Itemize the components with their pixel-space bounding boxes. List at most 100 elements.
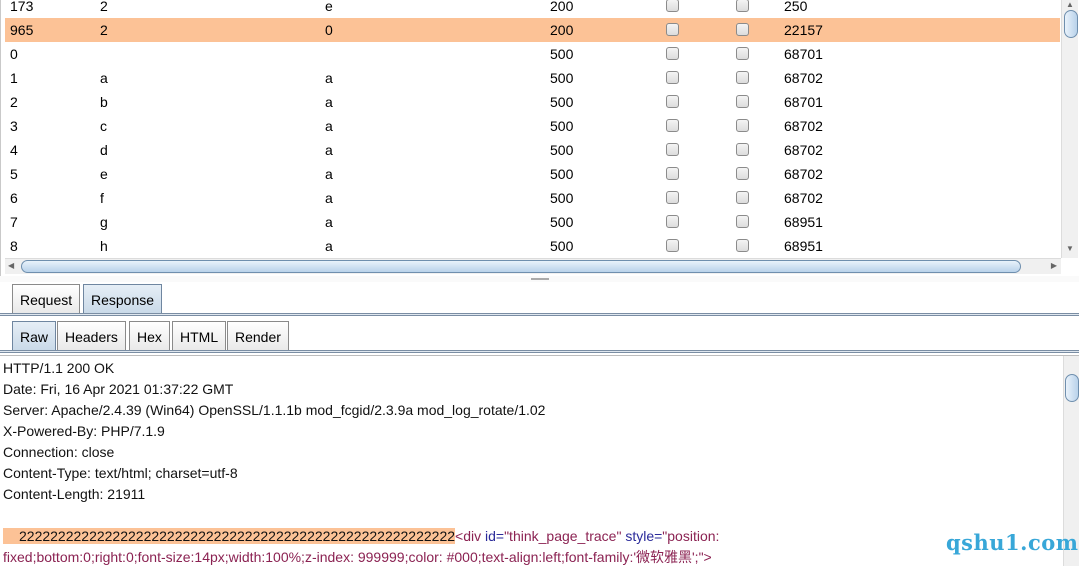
html-attr-id-value: "think_page_trace" xyxy=(504,528,622,544)
error-checkbox xyxy=(666,71,679,84)
error-checkbox xyxy=(666,143,679,156)
status-cell: 500 xyxy=(550,94,574,110)
payload1-cell: g xyxy=(100,214,108,230)
payload1-cell: b xyxy=(100,94,108,110)
payload2-cell: a xyxy=(325,94,333,110)
tab-headers[interactable]: Headers xyxy=(57,321,126,351)
error-checkbox xyxy=(666,191,679,204)
payload1-cell: h xyxy=(100,238,108,254)
response-raw-text[interactable]: HTTP/1.1 200 OK Date: Fri, 16 Apr 2021 0… xyxy=(3,358,1058,566)
request-id-cell: 173 xyxy=(10,0,34,14)
request-id-cell: 6 xyxy=(10,190,18,206)
highlighted-body-text: 2222222222222222222222222222222222222222… xyxy=(3,528,456,544)
tabbar-divider xyxy=(0,313,1079,316)
payload1-cell: e xyxy=(100,166,108,182)
tabbar-divider xyxy=(0,350,1079,353)
response-raw-panel[interactable]: HTTP/1.1 200 OK Date: Fri, 16 Apr 2021 0… xyxy=(0,355,1079,566)
status-cell: 200 xyxy=(550,0,574,14)
html-attr-style-value-rest: fixed;bottom:0;right:0;font-size:14px;wi… xyxy=(3,549,712,565)
response-header-server: Server: Apache/2.4.39 (Win64) OpenSSL/1.… xyxy=(3,402,546,418)
table-row[interactable]: 173 2 e 200 250 xyxy=(5,0,1060,18)
status-cell: 500 xyxy=(550,118,574,134)
payload1-cell: f xyxy=(100,190,104,206)
payload2-cell: e xyxy=(325,0,333,14)
payload2-cell: a xyxy=(325,214,333,230)
table-row[interactable]: 7 g a 500 68951 xyxy=(5,210,1060,234)
length-cell: 68701 xyxy=(784,46,823,62)
response-header-powered-by: X-Powered-By: PHP/7.1.9 xyxy=(3,423,165,439)
length-cell: 68951 xyxy=(784,238,823,254)
length-cell: 68951 xyxy=(784,214,823,230)
payload2-cell: 0 xyxy=(325,22,333,38)
table-row[interactable]: 2 b a 500 68701 xyxy=(5,90,1060,114)
html-tag-open: <div xyxy=(455,528,482,544)
table-row[interactable]: 6 f a 500 68702 xyxy=(5,186,1060,210)
response-body-line-1: 2222222222222222222222222222222222222222… xyxy=(3,526,1058,547)
payload1-cell: 2 xyxy=(100,22,108,38)
status-cell: 500 xyxy=(550,166,574,182)
html-attr-style-value-start: "position: xyxy=(662,528,720,544)
request-id-cell: 2 xyxy=(10,94,18,110)
response-header-content-type: Content-Type: text/html; charset=utf-8 xyxy=(3,465,238,481)
results-horizontal-scroll-thumb[interactable] xyxy=(21,260,1021,273)
payload1-cell: 2 xyxy=(100,0,108,14)
timeout-checkbox xyxy=(736,23,749,36)
html-attr-id: id= xyxy=(485,528,505,544)
tab-html[interactable]: HTML xyxy=(172,321,227,351)
pane-splitter[interactable] xyxy=(0,276,1079,282)
results-horizontal-scrollbar[interactable]: ◀ ▶ xyxy=(5,258,1061,274)
splitter-grip-icon[interactable] xyxy=(531,278,549,280)
tab-render[interactable]: Render xyxy=(227,321,289,351)
payload2-cell: a xyxy=(325,70,333,86)
table-row[interactable]: 965 2 0 200 22157 xyxy=(5,18,1060,42)
request-id-cell: 5 xyxy=(10,166,18,182)
scroll-up-arrow-icon[interactable]: ▲ xyxy=(1066,0,1074,9)
tab-request[interactable]: Request xyxy=(12,284,81,314)
request-id-cell: 965 xyxy=(10,22,34,38)
length-cell: 68702 xyxy=(784,190,823,206)
tab-response[interactable]: Response xyxy=(83,284,163,314)
timeout-checkbox xyxy=(736,0,749,12)
status-cell: 500 xyxy=(550,190,574,206)
response-header-date: Date: Fri, 16 Apr 2021 01:37:22 GMT xyxy=(3,381,234,397)
status-cell: 500 xyxy=(550,46,574,62)
results-vertical-scrollbar[interactable]: ▲ ▼ xyxy=(1061,0,1078,258)
length-cell: 22157 xyxy=(784,22,823,38)
tab-raw[interactable]: Raw xyxy=(12,321,57,351)
timeout-checkbox xyxy=(736,71,749,84)
error-checkbox xyxy=(666,167,679,180)
timeout-checkbox xyxy=(736,47,749,60)
timeout-checkbox xyxy=(736,215,749,228)
response-header-content-length: Content-Length: 21911 xyxy=(3,486,146,502)
table-row[interactable]: 8 h a 500 68951 xyxy=(5,234,1060,258)
table-row[interactable]: 3 c a 500 68702 xyxy=(5,114,1060,138)
table-row[interactable]: 4 d a 500 68702 xyxy=(5,138,1060,162)
table-row[interactable]: 5 e a 500 68702 xyxy=(5,162,1060,186)
error-checkbox xyxy=(666,239,679,252)
length-cell: 68701 xyxy=(784,94,823,110)
timeout-checkbox xyxy=(736,143,749,156)
table-row[interactable]: 1 a a 500 68702 xyxy=(5,66,1060,90)
error-checkbox xyxy=(666,119,679,132)
length-cell: 68702 xyxy=(784,166,823,182)
message-tabbar: Request Response xyxy=(0,284,1079,316)
status-cell: 500 xyxy=(550,70,574,86)
error-checkbox xyxy=(666,23,679,36)
payload1-cell: c xyxy=(100,118,107,134)
scroll-left-arrow-icon[interactable]: ◀ xyxy=(8,261,14,270)
status-cell: 500 xyxy=(550,238,574,254)
results-vertical-scroll-thumb[interactable] xyxy=(1064,10,1078,38)
tab-hex[interactable]: Hex xyxy=(129,321,170,351)
response-vertical-scroll-thumb[interactable] xyxy=(1065,374,1079,402)
table-row[interactable]: 0 500 68701 xyxy=(5,42,1060,66)
scroll-down-arrow-icon[interactable]: ▼ xyxy=(1066,244,1074,253)
request-id-cell: 3 xyxy=(10,118,18,134)
timeout-checkbox xyxy=(736,239,749,252)
request-id-cell: 8 xyxy=(10,238,18,254)
error-checkbox xyxy=(666,215,679,228)
response-header-connection: Connection: close xyxy=(3,444,115,460)
timeout-checkbox xyxy=(736,191,749,204)
response-blank-line xyxy=(3,505,1058,526)
scroll-right-arrow-icon[interactable]: ▶ xyxy=(1051,261,1057,270)
length-cell: 68702 xyxy=(784,70,823,86)
